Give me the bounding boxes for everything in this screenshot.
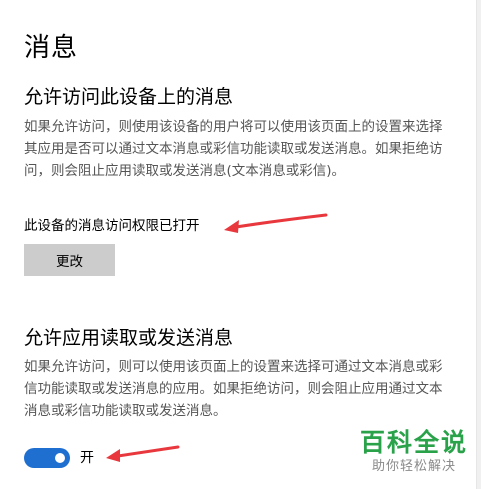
- device-access-description: 如果允许访问，则使用该设备的用户将可以使用该页面上的设置来选择其应用是否可以通过…: [24, 119, 443, 179]
- app-access-heading: 允许应用读取或发送消息: [24, 327, 234, 349]
- device-access-status: 此设备的消息访问权限已打开: [24, 218, 200, 234]
- watermark: 百科全说 助你轻松解决: [356, 428, 472, 476]
- app-access-toggle[interactable]: [24, 448, 70, 468]
- red-arrow-icon: [224, 213, 328, 233]
- device-access-heading: 允许访问此设备上的消息: [24, 86, 234, 108]
- watermark-title: 百科全说: [359, 428, 468, 457]
- app-access-description: 如果允许访问，则可以使用该页面上的设置来选择可通过文本消息或彩信功能读取或发送消…: [24, 359, 443, 419]
- toggle-state-label: 开: [80, 450, 94, 466]
- change-button[interactable]: 更改: [24, 244, 115, 276]
- toggle-knob: [55, 453, 65, 463]
- vertical-scrollbar[interactable]: [476, 0, 481, 489]
- settings-page: 消息 允许访问此设备上的消息 如果允许访问，则使用该设备的用户将可以使用该页面上…: [0, 0, 481, 489]
- page-title: 消息: [24, 33, 79, 63]
- watermark-subtitle: 助你轻松解决: [371, 459, 456, 474]
- red-arrow-icon: [106, 445, 180, 462]
